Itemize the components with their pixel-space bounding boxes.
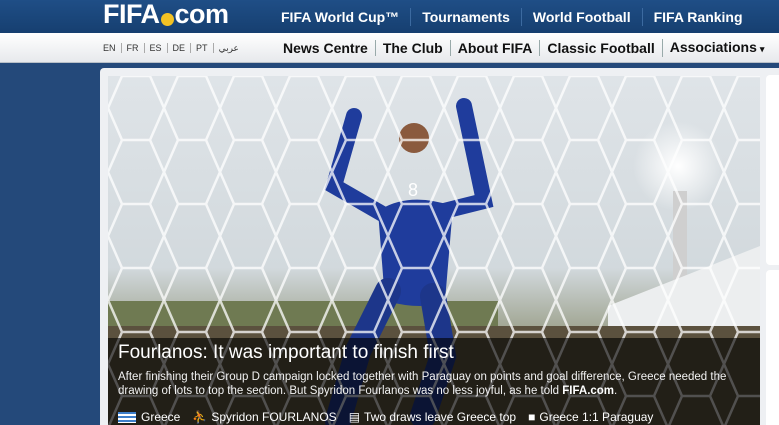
nav-associations[interactable]: Associations ▾ xyxy=(661,38,772,57)
nav-fifa-ranking[interactable]: FIFA Ranking xyxy=(641,7,754,26)
tag-label: Greece 1:1 Paraguay xyxy=(539,410,654,424)
top-navigation-bar: FIFA com FIFA World Cup™ Tournaments Worl… xyxy=(0,0,779,33)
nav-news-centre[interactable]: News Centre xyxy=(276,40,375,56)
lang-de[interactable]: DE xyxy=(166,42,191,53)
language-selector: EN FR ES DE PT عربي xyxy=(103,33,244,62)
article-icon: ▤ xyxy=(348,410,361,424)
story-tags: Greece ⛹ Spyridon FOURLANOS ▤ Two draws le… xyxy=(118,410,665,424)
lang-ar[interactable]: عربي xyxy=(212,42,244,53)
tag-label: Greece xyxy=(141,410,181,424)
nav-associations-label: Associations xyxy=(669,38,757,55)
hero-story[interactable]: 8 Fourlanos: It was important to finish … xyxy=(108,76,760,425)
tag-label: Spyridon FOURLANOS xyxy=(211,410,337,424)
lang-en[interactable]: EN xyxy=(103,43,121,53)
lang-pt[interactable]: PT xyxy=(190,42,213,53)
video-camera-icon: ■ xyxy=(528,410,536,424)
summary-text: After finishing their Group D campaign l… xyxy=(118,371,727,397)
nav-classic-football[interactable]: Classic Football xyxy=(539,39,661,56)
player-icon: ⛹ xyxy=(192,410,208,424)
story-headline[interactable]: Fourlanos: It was important to finish fi… xyxy=(118,342,454,364)
tag-label: Two draws leave Greece top xyxy=(364,410,517,424)
greece-flag-icon xyxy=(118,411,136,423)
nav-the-club[interactable]: The Club xyxy=(374,39,450,56)
story-caption: Fourlanos: It was important to finish fi… xyxy=(108,338,760,425)
logo-ball-icon xyxy=(160,13,174,26)
tag-match[interactable]: ■ Greece 1:1 Paraguay xyxy=(528,410,653,424)
fifa-com-link[interactable]: FIFA.com xyxy=(562,385,614,397)
nav-world-cup[interactable]: FIFA World Cup™ xyxy=(270,8,410,26)
secondary-navigation-bar: EN FR ES DE PT عربي News Centre The Club… xyxy=(0,33,779,63)
summary-end: . xyxy=(614,385,618,397)
side-panel-edge xyxy=(766,75,779,265)
secondary-nav: News Centre The Club About FIFA Classic … xyxy=(276,33,771,62)
lang-fr[interactable]: FR xyxy=(120,42,144,53)
primary-nav: FIFA World Cup™ Tournaments World Footba… xyxy=(270,0,754,33)
nav-tournaments[interactable]: Tournaments xyxy=(410,7,521,26)
nav-about-fifa[interactable]: About FIFA xyxy=(449,39,540,56)
story-summary: After finishing their Group D campaign l… xyxy=(118,370,748,398)
lang-es[interactable]: ES xyxy=(143,42,167,53)
tag-player[interactable]: ⛹ Spyridon FOURLANOS xyxy=(192,410,336,424)
tag-article[interactable]: ▤ Two draws leave Greece top xyxy=(349,410,516,424)
chevron-down-icon: ▾ xyxy=(759,43,765,54)
fifa-logo[interactable]: FIFA com xyxy=(103,0,229,30)
side-panel-edge-lower xyxy=(766,270,779,425)
tag-greece[interactable]: Greece xyxy=(118,410,180,424)
nav-world-football[interactable]: World Football xyxy=(520,7,642,26)
